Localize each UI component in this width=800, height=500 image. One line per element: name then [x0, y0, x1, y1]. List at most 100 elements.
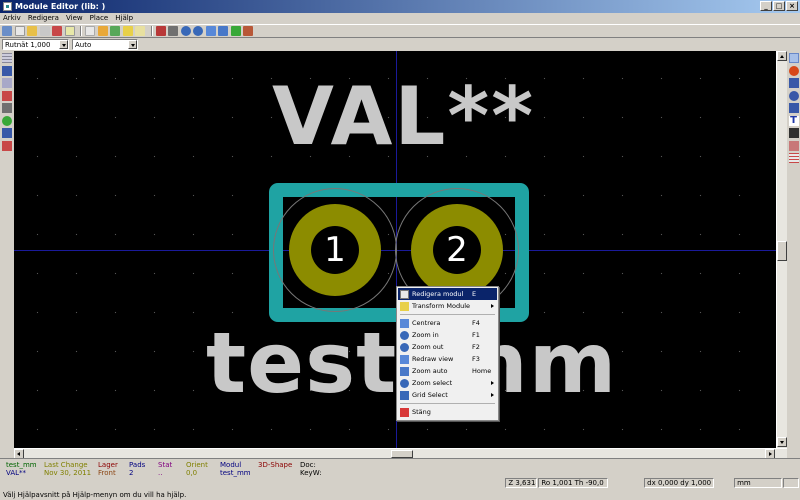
cursor-shape-icon[interactable] [1, 103, 12, 113]
add-text-icon[interactable]: T [788, 115, 799, 126]
close-button[interactable]: × [786, 1, 798, 11]
module-editor-window: Module Editor (lib: ) _ □ × Arkiv Redige… [0, 0, 800, 500]
menu-item-zoom-out[interactable]: Zoom out F2 [398, 341, 497, 353]
menu-item-transform-module[interactable]: Transform Module [398, 300, 497, 312]
anchor-icon[interactable] [788, 128, 799, 138]
status-zoom: Z 3,6318 [505, 477, 538, 488]
zoom-in-icon [400, 330, 409, 340]
status-bar: Z 3,6318 Ro 1,001 Th -90,0 dx 0,000 dy 1… [0, 477, 800, 500]
pad-sketch-icon[interactable] [1, 115, 12, 126]
module-properties-icon[interactable] [155, 26, 166, 36]
drawing-canvas[interactable]: VAL** 1 2 test_mm [14, 51, 776, 448]
msg-value: test_mm [220, 469, 251, 477]
msg-header: 3D-Shape [258, 461, 293, 469]
update-board-icon[interactable] [110, 26, 120, 36]
scroll-down-button[interactable] [777, 437, 787, 447]
add-arc-icon[interactable] [788, 103, 799, 113]
menu-separator [400, 314, 495, 315]
msg-header: Lager [98, 461, 118, 469]
pad-1[interactable]: 1 [289, 204, 381, 296]
add-line-icon[interactable] [788, 78, 799, 88]
minimize-button[interactable]: _ [760, 1, 772, 11]
toolbar-separator [80, 26, 82, 36]
check-module-icon[interactable] [243, 26, 253, 36]
grid-origin-icon[interactable] [788, 153, 799, 163]
pad-hole: 2 [433, 226, 481, 274]
pad-2[interactable]: 2 [411, 204, 503, 296]
menu-file[interactable]: Arkiv [3, 14, 21, 22]
menu-item-zoom-in[interactable]: Zoom in F1 [398, 329, 497, 341]
zoom-auto-icon[interactable] [218, 26, 228, 36]
menu-view[interactable]: View [66, 14, 83, 22]
grid-select[interactable]: Rutnät 1,000 [2, 39, 69, 50]
select-tool-icon[interactable] [788, 53, 799, 63]
print-icon[interactable] [168, 26, 178, 36]
redraw-icon[interactable] [205, 26, 216, 36]
menu-item-edit-module[interactable]: Redigera modul E [398, 288, 497, 300]
units-inch-icon[interactable] [1, 78, 12, 88]
select-library-icon[interactable] [2, 26, 12, 36]
right-toolbar: T [787, 51, 800, 451]
export-module-icon[interactable] [52, 26, 62, 36]
undo-icon[interactable] [122, 26, 133, 36]
redraw-icon [400, 354, 409, 364]
import-module-icon[interactable] [39, 26, 50, 36]
vertical-scroll-thumb[interactable] [777, 241, 787, 261]
menu-edit[interactable]: Redigera [28, 14, 59, 22]
menu-item-shortcut: F4 [472, 319, 480, 327]
horizontal-scroll-thumb[interactable] [391, 450, 413, 458]
window-controls: _ □ × [760, 1, 798, 11]
delete-tool-icon[interactable] [788, 140, 799, 151]
msg-value: .. [158, 469, 163, 477]
zoom-select[interactable]: Auto [72, 39, 138, 50]
maximize-button[interactable]: □ [773, 1, 785, 11]
horizontal-scrollbar[interactable] [14, 448, 787, 459]
add-circle-icon[interactable] [788, 90, 799, 101]
menu-item-center[interactable]: Centrera F4 [398, 317, 497, 329]
msg-column: Lager Front [98, 461, 118, 477]
window-title: Module Editor (lib: ) [15, 2, 106, 11]
pad-hole: 1 [311, 226, 359, 274]
menu-place[interactable]: Place [90, 14, 109, 22]
submenu-arrow-icon [491, 392, 494, 397]
menu-item-zoom-auto[interactable]: Zoom auto Home [398, 365, 497, 377]
menu-item-zoom-select[interactable]: Zoom select [398, 377, 497, 389]
msg-column: Doc: KeyW: [300, 461, 322, 477]
menu-item-close[interactable]: Stäng [398, 406, 497, 418]
zoom-in-icon[interactable] [180, 26, 191, 36]
zoom-out-icon[interactable] [193, 26, 203, 36]
chevron-down-icon[interactable] [128, 40, 137, 49]
title-bar: Module Editor (lib: ) _ □ × [0, 0, 800, 13]
menu-item-grid-select[interactable]: Grid Select [398, 389, 497, 401]
text-sketch-icon[interactable] [1, 128, 12, 138]
msg-header: test_mm [6, 461, 37, 469]
units-mm-icon[interactable] [1, 90, 12, 101]
status-row-coords: Z 3,6318 Ro 1,001 Th -90,0 dx 0,000 dy 1… [0, 477, 800, 488]
module-reference-text[interactable]: VAL** [272, 77, 535, 157]
transform-icon [400, 301, 409, 311]
scroll-up-button[interactable] [777, 51, 787, 61]
menu-item-redraw[interactable]: Redraw view F3 [398, 353, 497, 365]
load-from-board-icon[interactable] [97, 26, 108, 36]
delete-module-icon[interactable] [85, 26, 95, 36]
menu-item-shortcut: F1 [472, 331, 480, 339]
chevron-down-icon[interactable] [59, 40, 68, 49]
msg-value: KeyW: [300, 469, 322, 477]
vertical-scrollbar[interactable] [776, 51, 787, 448]
grid-toggle-icon[interactable] [1, 53, 12, 63]
redo-icon[interactable] [135, 26, 145, 36]
new-module-icon[interactable] [14, 26, 25, 36]
menu-bar: Arkiv Redigera View Place Hjälp [0, 13, 800, 23]
load-module-icon[interactable] [27, 26, 37, 36]
menu-help[interactable]: Hjälp [115, 14, 133, 22]
create-library-icon[interactable] [64, 26, 75, 36]
add-pad-icon[interactable] [788, 65, 799, 76]
edges-sketch-icon[interactable] [1, 140, 12, 151]
polar-coords-icon[interactable] [1, 65, 12, 76]
msg-header: Modul [220, 461, 242, 469]
status-empty [783, 477, 799, 488]
submenu-arrow-icon [491, 303, 494, 308]
close-icon [400, 407, 409, 417]
pad-settings-icon[interactable] [230, 26, 241, 36]
menu-item-label: Zoom select [412, 379, 453, 387]
